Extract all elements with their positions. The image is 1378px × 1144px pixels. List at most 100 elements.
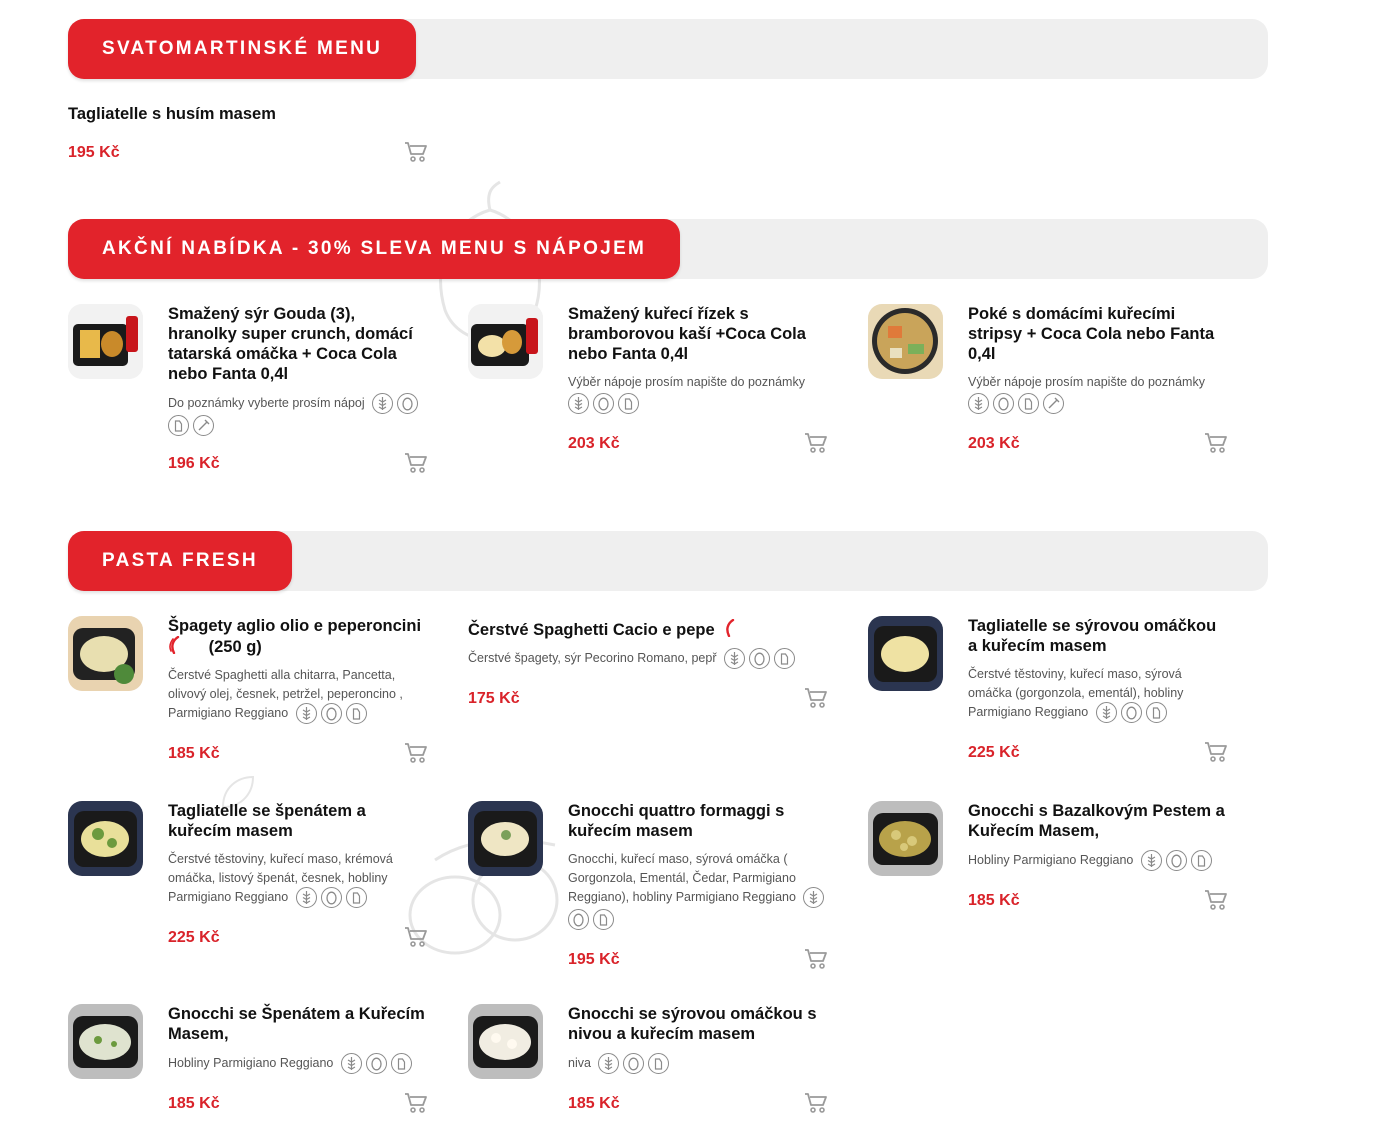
gluten-icon	[295, 703, 317, 724]
item-name: Tagliatelle se špenátem a kuřecím masem	[168, 802, 366, 840]
gluten-icon	[723, 648, 745, 669]
cart-icon[interactable]	[804, 432, 828, 454]
allergen-list	[295, 703, 367, 724]
milk-icon	[773, 648, 795, 669]
cart-icon[interactable]	[404, 1092, 428, 1114]
cart-icon[interactable]	[404, 141, 428, 163]
item-price: 203 Kč	[968, 434, 1020, 452]
item-name-weight: (250 g)	[208, 638, 262, 656]
item-description: Čerstvé těstoviny, kuřecí maso, krémová …	[168, 850, 428, 908]
section-header-bar: PASTA FRESH	[68, 531, 1268, 591]
section-title-svatomartinske: SVATOMARTINSKÉ MENU	[68, 19, 417, 79]
item-price: 185 Kč	[168, 1095, 220, 1112]
cart-icon[interactable]	[1204, 432, 1228, 454]
item-price: 185 Kč	[568, 1095, 620, 1112]
item-description-text: Čerstvé špagety, sýr Pecorino Romano, pe…	[468, 650, 717, 665]
egg-icon	[397, 393, 419, 414]
gluten-icon	[568, 392, 589, 414]
allergen-list	[1140, 850, 1212, 871]
gluten-icon	[803, 887, 825, 908]
milk-icon	[648, 1053, 670, 1074]
item-photo	[68, 1004, 143, 1079]
item-price: 196 Kč	[168, 455, 220, 472]
milk-icon	[1190, 850, 1212, 871]
item-description-text: Do poznámky vyberte prosím nápoj	[168, 395, 365, 410]
gluten-icon	[1095, 702, 1117, 723]
item-description: Výběr nápoje prosím napište do poznámky	[968, 373, 1228, 414]
allergen-list	[598, 1053, 670, 1074]
egg-icon	[593, 392, 614, 414]
item-price: 225 Kč	[968, 744, 1020, 761]
item-description-text: Výběr nápoje prosím napište do poznámky	[568, 375, 805, 389]
cart-icon[interactable]	[404, 452, 428, 474]
section-title-pasta-fresh: PASTA FRESH	[68, 531, 292, 591]
item-description: Gnocchi, kuřecí maso, sýrová omáčka ( Go…	[568, 850, 828, 930]
allergen-list	[568, 392, 828, 414]
item-price: 175 Kč	[468, 690, 520, 707]
item-description-text: Hobliny Parmigiano Reggiano	[168, 1055, 334, 1070]
item-description-text: Gnocchi, kuřecí maso, sýrová omáčka ( Go…	[568, 852, 796, 904]
item-photo	[468, 801, 543, 876]
item-price: 185 Kč	[968, 892, 1020, 909]
item-description: Výběr nápoje prosím napište do poznámky	[568, 373, 828, 414]
allergen-list	[372, 393, 419, 414]
cart-icon[interactable]	[1204, 889, 1228, 911]
egg-icon	[320, 703, 342, 724]
gluten-icon	[598, 1053, 620, 1074]
item-price: 225 Kč	[168, 929, 220, 946]
item-price: 185 Kč	[168, 745, 220, 762]
cart-icon[interactable]	[804, 948, 828, 970]
item-photo	[868, 304, 943, 379]
milk-icon	[168, 415, 189, 436]
mustard-icon	[1043, 392, 1064, 414]
chili-icon	[169, 636, 180, 654]
item-name: Gnocchi quattro formaggi s kuřecím masem	[568, 802, 785, 840]
item-photo	[68, 616, 143, 691]
gluten-icon	[968, 392, 989, 414]
item-photo	[868, 801, 943, 876]
section-header-bar: SVATOMARTINSKÉ MENU	[68, 19, 1268, 79]
allergen-list	[803, 887, 825, 908]
gluten-icon	[340, 1053, 362, 1074]
item-description: Hobliny Parmigiano Reggiano	[968, 850, 1228, 871]
egg-icon	[993, 392, 1014, 414]
item-name: Smažený kuřecí řízek s bramborovou kaší …	[568, 305, 806, 363]
item-photo	[68, 304, 143, 379]
milk-icon	[1145, 702, 1167, 723]
item-name: Poké s domácími kuřecími stripsy + Coca …	[968, 305, 1215, 363]
item-description: Čerstvé špagety, sýr Pecorino Romano, pe…	[468, 648, 828, 669]
cart-icon[interactable]	[404, 926, 428, 948]
item-description: Čerstvé těstoviny, kuřecí maso, sýrová o…	[968, 665, 1228, 723]
item-description-text: niva	[568, 1055, 591, 1070]
milk-icon	[593, 909, 614, 930]
cart-icon[interactable]	[804, 687, 828, 709]
item-description: Čerstvé Spaghetti alla chitarra, Pancett…	[168, 666, 428, 724]
milk-icon	[618, 392, 639, 414]
gluten-icon	[372, 393, 394, 414]
cart-icon[interactable]	[404, 742, 428, 764]
item-photo	[868, 616, 943, 691]
item-name-text: Špagety aglio olio e peperoncini	[168, 617, 422, 635]
item-description-text: Výběr nápoje prosím napište do poznámky	[968, 375, 1205, 389]
chili-icon	[726, 619, 735, 637]
section-header-bar: AKČNÍ NABÍDKA - 30% SLEVA MENU S NÁPOJEM	[68, 219, 1268, 279]
egg-icon	[1120, 702, 1142, 723]
allergen-list	[1095, 702, 1167, 723]
item-description: niva	[568, 1053, 828, 1074]
item-description: Hobliny Parmigiano Reggiano	[168, 1053, 428, 1074]
cart-icon[interactable]	[804, 1092, 828, 1114]
egg-icon	[568, 909, 589, 930]
milk-icon	[345, 703, 367, 724]
item-description-text: Hobliny Parmigiano Reggiano	[968, 852, 1134, 867]
egg-icon	[748, 648, 770, 669]
section-title-akcni-nabidka: AKČNÍ NABÍDKA - 30% SLEVA MENU S NÁPOJEM	[68, 219, 681, 279]
allergen-list-continued	[168, 415, 428, 436]
item-name: Gnocchi se Špenátem a Kuřecím Masem,	[168, 1005, 425, 1043]
allergen-list	[295, 887, 367, 908]
cart-icon[interactable]	[1204, 741, 1228, 763]
item-description: Do poznámky vyberte prosím nápoj	[168, 393, 428, 436]
item-price: 195 Kč	[68, 144, 120, 161]
item-price: 203 Kč	[568, 434, 620, 452]
item-description-text: Čerstvé Spaghetti alla chitarra, Pancett…	[168, 668, 403, 720]
item-name: Smažený sýr Gouda (3), hranolky super cr…	[168, 305, 413, 383]
